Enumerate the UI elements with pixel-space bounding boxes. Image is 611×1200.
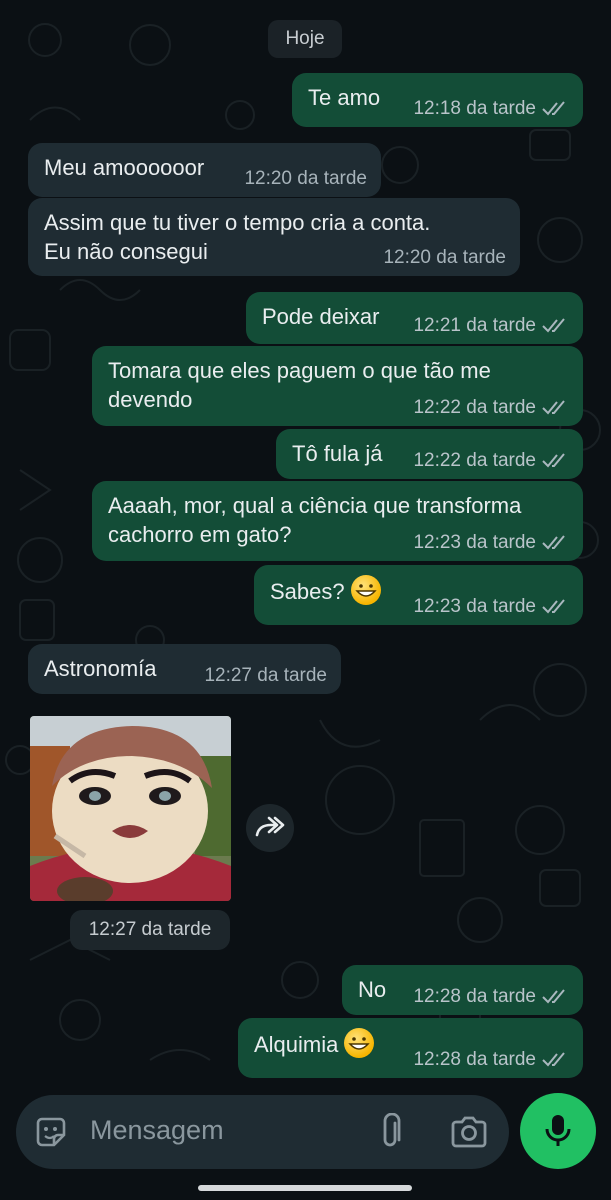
message-bubble-outgoing[interactable]: Tô fula já 12:22 da tarde bbox=[276, 429, 583, 479]
read-ticks-icon bbox=[542, 453, 565, 468]
message-time: 12:27 da tarde bbox=[204, 665, 327, 686]
message-input-placeholder[interactable]: Mensagem bbox=[90, 1115, 224, 1146]
message-bubble-incoming[interactable]: Meu amoooooor 12:20 da tarde bbox=[28, 143, 381, 197]
read-ticks-icon bbox=[542, 599, 565, 614]
read-ticks-icon bbox=[542, 535, 565, 550]
message-time: 12:23 da tarde bbox=[413, 596, 536, 617]
message-bubble-outgoing[interactable]: Alquimia 12:28 da tarde bbox=[238, 1018, 583, 1078]
read-ticks-icon bbox=[542, 989, 565, 1004]
message-meta: 12:23 da tarde bbox=[413, 532, 569, 554]
message-time: 12:21 da tarde bbox=[413, 315, 536, 336]
camera-icon[interactable] bbox=[450, 1115, 488, 1149]
message-time: 12:28 da tarde bbox=[413, 986, 536, 1007]
message-bubble-outgoing[interactable]: Aaaah, mor, qual a ciência que transform… bbox=[92, 481, 583, 561]
read-ticks-icon bbox=[542, 1052, 565, 1067]
message-bubble-outgoing[interactable]: Sabes? 12:23 da tarde bbox=[254, 565, 583, 625]
image-message[interactable] bbox=[30, 716, 231, 901]
message-bubble-outgoing[interactable]: No 12:28 da tarde bbox=[342, 965, 583, 1015]
message-time: 12:22 da tarde bbox=[413, 397, 536, 418]
mic-icon bbox=[545, 1115, 571, 1146]
read-ticks-icon bbox=[542, 400, 565, 415]
message-bubble-incoming[interactable]: Astronomía 12:27 da tarde bbox=[28, 644, 341, 694]
grinning-face-emoji-icon bbox=[350, 575, 381, 605]
forward-button[interactable] bbox=[246, 804, 294, 852]
mic-button[interactable] bbox=[520, 1093, 596, 1169]
conversation[interactable]: Hoje Te amo 12:18 da tarde Meu amoooooor… bbox=[0, 0, 611, 1090]
attach-icon[interactable] bbox=[376, 1113, 404, 1151]
message-time: 12:20 da tarde bbox=[383, 247, 506, 268]
message-meta: 12:20 da tarde bbox=[244, 168, 367, 190]
message-composer[interactable]: Mensagem bbox=[16, 1095, 509, 1169]
message-time: 12:28 da tarde bbox=[413, 1049, 536, 1070]
read-ticks-icon bbox=[542, 101, 565, 116]
grinning-face-emoji-icon bbox=[344, 1028, 375, 1058]
message-meta: 12:27 da tarde bbox=[204, 665, 327, 687]
message-bubble-outgoing[interactable]: Te amo 12:18 da tarde bbox=[292, 73, 583, 127]
image-message-time: 12:27 da tarde bbox=[70, 910, 230, 950]
message-time: 12:23 da tarde bbox=[413, 532, 536, 553]
message-meta: 12:22 da tarde bbox=[413, 450, 569, 472]
message-meta: 12:28 da tarde bbox=[413, 1049, 569, 1071]
message-bubble-outgoing[interactable]: Tomara que eles paguem o que tão me deve… bbox=[92, 346, 583, 426]
message-meta: 12:28 da tarde bbox=[413, 986, 569, 1008]
message-time: 12:20 da tarde bbox=[244, 168, 367, 189]
message-bubble-outgoing[interactable]: Pode deixar 12:21 da tarde bbox=[246, 292, 583, 344]
message-meta: 12:20 da tarde bbox=[383, 247, 506, 269]
message-meta: 12:22 da tarde bbox=[413, 397, 569, 419]
message-bubble-incoming[interactable]: Assim que tu tiver o tempo cria a conta.… bbox=[28, 198, 520, 276]
sticker-icon[interactable] bbox=[34, 1115, 68, 1149]
message-meta: 12:21 da tarde bbox=[413, 315, 569, 337]
message-meta: 12:23 da tarde bbox=[413, 596, 569, 618]
date-chip: Hoje bbox=[268, 20, 342, 58]
forward-icon bbox=[255, 816, 285, 837]
read-ticks-icon bbox=[542, 318, 565, 333]
message-time: 12:22 da tarde bbox=[413, 450, 536, 471]
cartoon-portrait-image bbox=[30, 716, 231, 901]
home-indicator[interactable] bbox=[198, 1185, 412, 1191]
message-time: 12:18 da tarde bbox=[413, 98, 536, 119]
message-meta: 12:18 da tarde bbox=[413, 98, 569, 120]
